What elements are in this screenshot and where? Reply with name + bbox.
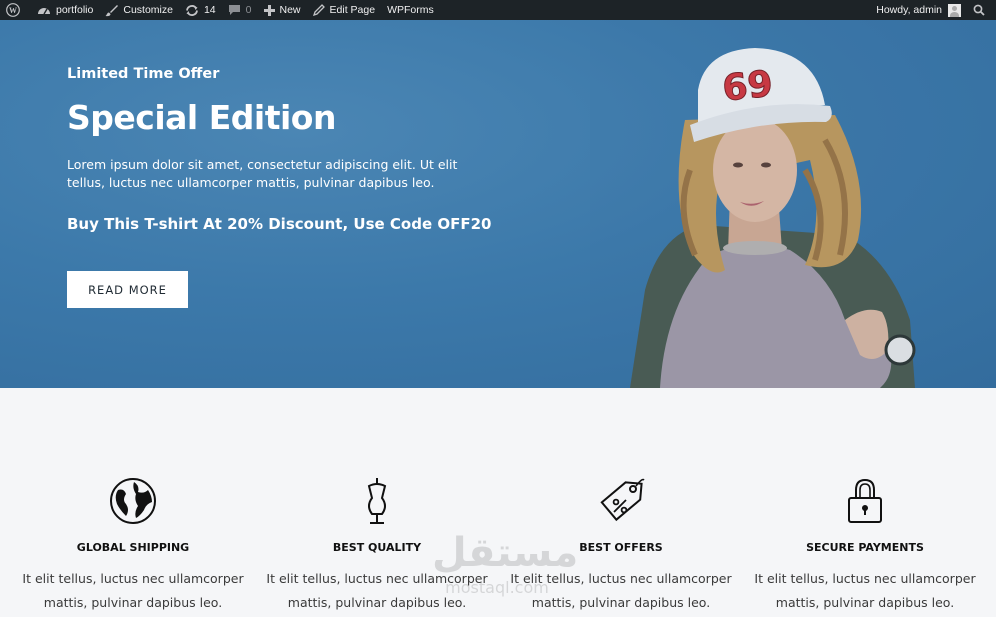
feature-title: BEST OFFERS bbox=[579, 541, 663, 554]
wpforms-link[interactable]: WPForms bbox=[381, 0, 440, 20]
price-tag-icon bbox=[600, 478, 645, 522]
hero-title: Special Edition bbox=[67, 98, 336, 137]
feature-text: It elit tellus, luctus nec ullamcorper m… bbox=[266, 571, 488, 610]
hero-promo-text: Buy This T-shirt At 20% Discount, Use Co… bbox=[67, 215, 492, 233]
padlock-icon bbox=[848, 478, 882, 523]
new-content-link[interactable]: New bbox=[258, 0, 307, 20]
mannequin-icon bbox=[367, 478, 387, 524]
comments-link[interactable]: 0 bbox=[222, 0, 258, 20]
comment-bubble-icon bbox=[228, 5, 240, 15]
feature-text: It elit tellus, luctus nec ullamcorper m… bbox=[754, 571, 976, 610]
svg-text:W: W bbox=[9, 6, 17, 15]
admin-search-button[interactable] bbox=[967, 0, 996, 20]
wordpress-icon: W bbox=[6, 3, 20, 17]
features-section: GLOBAL SHIPPING It elit tellus, luctus n… bbox=[0, 388, 996, 617]
wpforms-label: WPForms bbox=[387, 4, 434, 16]
search-icon bbox=[973, 4, 985, 16]
read-more-button[interactable]: READ MORE bbox=[67, 271, 188, 308]
hero-description: Lorem ipsum dolor sit amet, consectetur … bbox=[67, 157, 458, 190]
paintbrush-icon bbox=[105, 4, 119, 16]
updates-count: 14 bbox=[203, 4, 216, 16]
wordpress-logo-button[interactable]: W bbox=[0, 0, 31, 20]
comments-count: 0 bbox=[245, 4, 252, 16]
pencil-icon bbox=[312, 4, 325, 16]
greeting-text: Howdy, admin bbox=[876, 4, 942, 16]
hero-model-image: 69 bbox=[590, 20, 930, 388]
edit-page-link[interactable]: Edit Page bbox=[307, 0, 382, 20]
account-menu[interactable]: Howdy, admin bbox=[870, 0, 967, 20]
customize-label: Customize bbox=[123, 4, 173, 16]
hero-eyebrow: Limited Time Offer bbox=[67, 66, 220, 82]
feature-text: It elit tellus, luctus nec ullamcorper m… bbox=[22, 571, 244, 610]
customize-link[interactable]: Customize bbox=[99, 0, 179, 20]
feature-title: SECURE PAYMENTS bbox=[806, 541, 924, 554]
updates-icon bbox=[186, 4, 198, 16]
hero-banner: Limited Time Offer Special Edition Lorem… bbox=[0, 20, 996, 388]
feature-title: BEST QUALITY bbox=[332, 541, 422, 554]
dashboard-icon bbox=[38, 8, 50, 15]
plus-icon bbox=[263, 4, 275, 16]
edit-page-label: Edit Page bbox=[329, 4, 376, 16]
updates-link[interactable]: 14 bbox=[179, 0, 222, 20]
new-label: New bbox=[279, 4, 301, 16]
site-name-link[interactable]: portfolio bbox=[31, 0, 99, 20]
globe-icon bbox=[110, 478, 156, 524]
feature-text: It elit tellus, luctus nec ullamcorper m… bbox=[510, 571, 732, 610]
site-name: portfolio bbox=[56, 4, 94, 16]
avatar bbox=[948, 3, 961, 17]
admin-bar: W portfolio Customize 14 0 New Edit Page… bbox=[0, 0, 996, 20]
feature-title: GLOBAL SHIPPING bbox=[76, 541, 190, 554]
